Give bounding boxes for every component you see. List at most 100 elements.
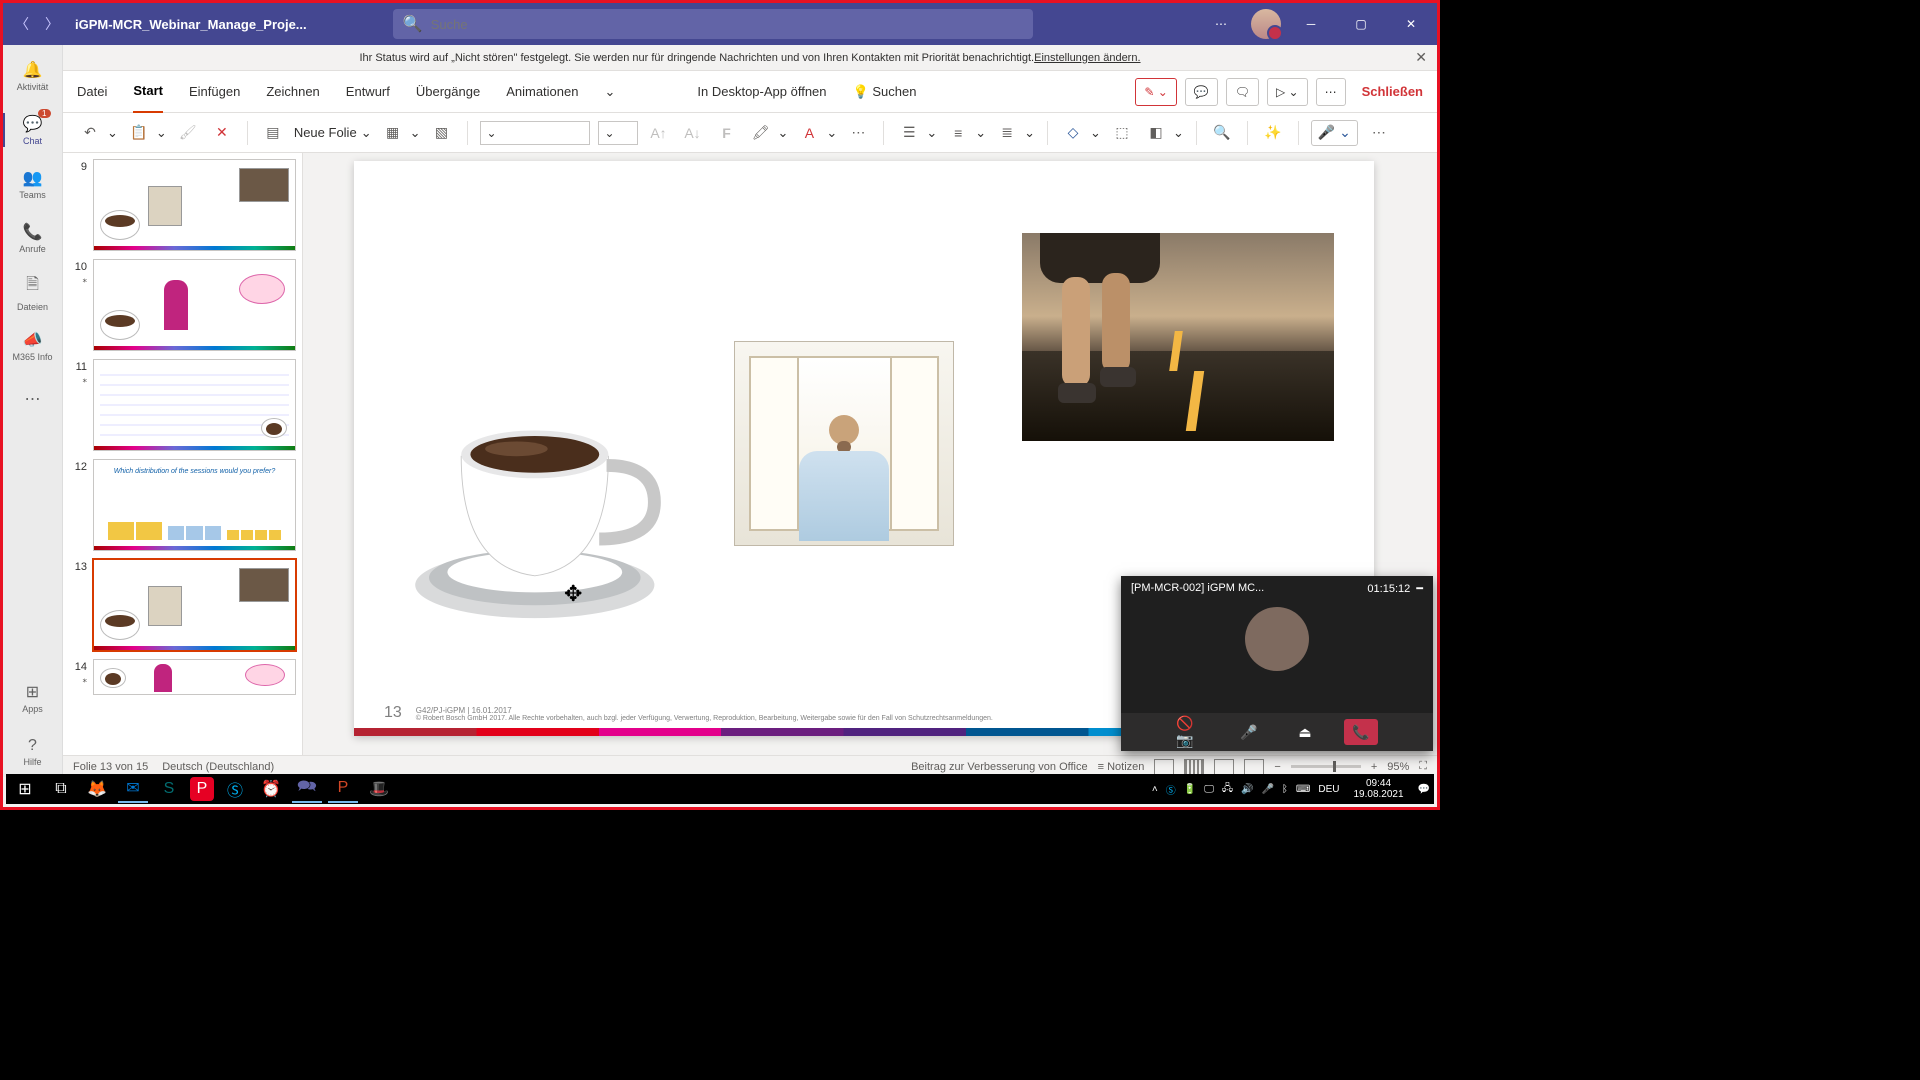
firefox-icon[interactable]: 🦊 (82, 775, 112, 803)
thumb-9[interactable] (93, 159, 296, 251)
skype-icon[interactable]: Ⓢ (220, 775, 250, 803)
dictate-button[interactable]: 🎤 ⌄ (1311, 120, 1358, 146)
ribbon-search[interactable]: 💡 Suchen (853, 71, 917, 113)
thumb-10[interactable] (93, 259, 296, 351)
present-button[interactable]: ▷ ⌄ (1267, 78, 1308, 106)
delete-icon[interactable]: ✕ (209, 120, 235, 146)
thumb-13[interactable] (93, 559, 296, 651)
reading-view-icon[interactable] (1214, 759, 1234, 775)
teams-icon[interactable]: 🗪 (292, 775, 322, 803)
nav-back-icon[interactable]: 〈 (9, 11, 35, 37)
user-avatar[interactable] (1251, 9, 1281, 39)
bold-icon[interactable]: F (714, 120, 740, 146)
font-more-icon[interactable]: ⋯ (845, 120, 871, 146)
display-icon[interactable]: 🖵 (1204, 784, 1214, 795)
window-close-icon[interactable]: ✕ (1391, 9, 1431, 39)
open-desktop-button[interactable]: In Desktop-App öffnen (697, 71, 826, 113)
rail-files[interactable]: 🗎 Dateien (3, 267, 63, 317)
toolbar-more-icon[interactable]: ⋯ (1366, 120, 1392, 146)
align-button[interactable]: ≣⌄ (994, 120, 1035, 146)
taskview-icon[interactable]: ⧉ (46, 775, 76, 803)
call-thumbnail[interactable]: [PM-MCR-002] iGPM MC... 01:15:12 ━ 🚫📷 🎤 … (1121, 576, 1433, 751)
image-icon[interactable]: ▧ (429, 120, 455, 146)
new-slide-button[interactable]: Neue Folie ⌄ (294, 125, 372, 141)
rail-help[interactable]: ? Hilfe (3, 727, 63, 777)
tab-file[interactable]: Datei (77, 71, 107, 113)
rail-calls[interactable]: 📞 Anrufe (3, 213, 63, 263)
powerpoint-icon[interactable]: P (328, 775, 358, 803)
tab-transitions[interactable]: Übergänge (416, 71, 480, 113)
rail-activity[interactable]: 🔔 Aktivität (3, 51, 63, 101)
format-painter-icon[interactable]: 🖌 (175, 120, 201, 146)
zoom-slider[interactable] (1291, 765, 1361, 768)
more-icon[interactable]: ⋯ (1201, 9, 1241, 39)
find-icon[interactable]: 🔍 (1209, 120, 1235, 146)
slide-thumbnails[interactable]: 9 10⁎ 11⁎ (63, 153, 303, 755)
tab-animations[interactable]: Animationen (506, 71, 578, 113)
rail-m365[interactable]: 📣 M365 Info (3, 321, 63, 371)
nav-fwd-icon[interactable]: 〉 (39, 11, 65, 37)
font-shrink-icon[interactable]: A↓ (680, 120, 706, 146)
close-icon[interactable]: ✕ (1415, 49, 1427, 66)
mic-tray-icon[interactable]: 🎤 (1261, 784, 1273, 795)
tab-insert[interactable]: Einfügen (189, 71, 240, 113)
start-icon[interactable]: ⊞ (10, 775, 40, 803)
volume-icon[interactable]: 🔊 (1241, 784, 1253, 795)
tab-design[interactable]: Entwurf (346, 71, 390, 113)
rail-more[interactable]: ⋯ (3, 375, 63, 425)
close-button[interactable]: Schließen (1362, 84, 1423, 99)
window-minimize-icon[interactable]: ─ (1291, 9, 1331, 39)
mic-icon[interactable]: 🎤 (1232, 719, 1266, 745)
alarm-icon[interactable]: ⏰ (256, 775, 286, 803)
zoom-value[interactable]: 95% (1387, 761, 1409, 773)
arrange-icon[interactable]: ⬚ (1109, 120, 1135, 146)
notes-button[interactable]: ≡ Notizen (1098, 761, 1145, 773)
share-icon[interactable]: ⏏ (1288, 719, 1322, 745)
redhat-icon[interactable]: 🎩 (364, 775, 394, 803)
thumb-12[interactable]: Which distribution of the sessions would… (93, 459, 296, 551)
hangup-icon[interactable]: 📞 (1344, 719, 1378, 745)
sorter-view-icon[interactable] (1184, 759, 1204, 775)
tab-home[interactable]: Start (133, 71, 163, 113)
clock[interactable]: 09:44 19.08.2021 (1353, 778, 1403, 800)
bullets-button[interactable]: ☰⌄ (896, 120, 937, 146)
bluetooth-icon[interactable]: ᛒ (1282, 784, 1288, 795)
feedback-link[interactable]: Beitrag zur Verbesserung von Office (911, 761, 1088, 773)
font-size-select[interactable]: ⌄ (598, 121, 638, 145)
search-box[interactable]: 🔍 (393, 9, 1033, 39)
comments-button[interactable]: 🗨 (1226, 78, 1259, 106)
tray-skype-icon[interactable]: Ⓢ (1166, 782, 1176, 797)
notifications-icon[interactable]: 💬 (1418, 784, 1430, 795)
language-status[interactable]: Deutsch (Deutschland) (162, 761, 274, 773)
highlight-button[interactable]: 🖍⌄ (748, 120, 789, 146)
rail-apps[interactable]: ⊞ Apps (3, 673, 63, 723)
shapes-button[interactable]: ◇⌄ (1060, 120, 1101, 146)
normal-view-icon[interactable] (1154, 759, 1174, 775)
chevron-up-icon[interactable]: ˄ (1152, 784, 1158, 795)
sharepoint-icon[interactable]: S (154, 775, 184, 803)
font-color-button[interactable]: A⌄ (796, 120, 837, 146)
font-grow-icon[interactable]: A↑ (646, 120, 672, 146)
thumb-14[interactable] (93, 659, 296, 695)
tab-draw[interactable]: Zeichnen (266, 71, 319, 113)
fit-icon[interactable]: ⛶ (1419, 760, 1427, 773)
battery-icon[interactable]: 🔋 (1184, 784, 1196, 795)
search-input[interactable] (431, 17, 1023, 32)
network-icon[interactable]: 🖧 (1222, 781, 1233, 798)
keyboard-icon[interactable]: ⌨ (1296, 784, 1310, 795)
paste-button[interactable]: 📋⌄ (126, 120, 167, 146)
status-settings-link[interactable]: Einstellungen ändern. (1034, 52, 1140, 64)
slide-layout-button[interactable]: ▦⌄ (380, 120, 421, 146)
undo-button[interactable]: ↶⌄ (77, 120, 118, 146)
more-button[interactable]: ⋯ (1316, 78, 1346, 106)
pen-button[interactable]: ✎ ⌄ (1135, 78, 1176, 106)
call-minimize-icon[interactable]: ━ (1416, 583, 1423, 595)
language-indicator[interactable]: DEU (1318, 784, 1339, 795)
layout-icon[interactable]: ▤ (260, 120, 286, 146)
chat-button[interactable]: 💬 (1185, 78, 1218, 106)
tab-more[interactable]: ⌄ (604, 71, 615, 113)
slideshow-view-icon[interactable] (1244, 759, 1264, 775)
rail-chat[interactable]: 1 💬 Chat (3, 105, 63, 155)
camera-off-icon[interactable]: 🚫📷 (1176, 719, 1210, 745)
font-family-select[interactable]: ⌄ (480, 121, 590, 145)
